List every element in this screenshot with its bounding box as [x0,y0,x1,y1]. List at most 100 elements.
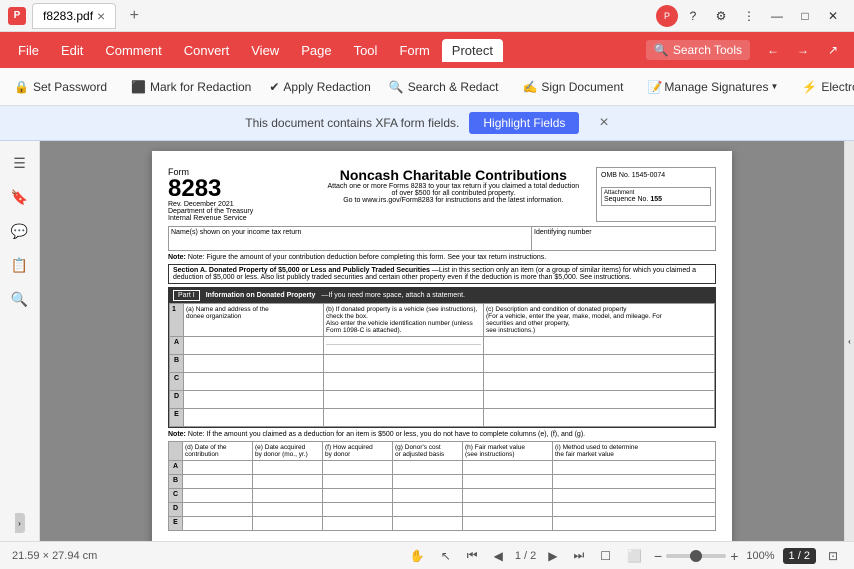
last-page-button[interactable]: ⏭ [569,546,588,565]
name-row: Name(s) shown on your income tax return … [168,226,716,251]
search-redact-button[interactable]: 🔍 Search & Redact [381,76,507,98]
sign-document-button[interactable]: ✍ Sign Document [514,76,631,98]
sidebar-icon-search[interactable]: 🔍 [6,285,34,313]
menu-file[interactable]: File [8,39,49,62]
search-icon: 🔍 [654,43,669,57]
section-a-title: Section A. Donated Property of $5,000 or… [173,267,430,274]
btm-row-e: E [169,517,183,531]
tab-close-button[interactable]: × [97,8,105,24]
btm-row-a: A [169,461,183,475]
sidebar-icon-panels[interactable]: ☰ [6,149,34,177]
zoom-in-button[interactable]: + [730,548,738,564]
two-page-button[interactable]: ⬜ [623,547,646,565]
highlight-fields-button[interactable]: Highlight Fields [469,112,579,134]
maximize-button[interactable]: □ [792,3,818,29]
menu-page[interactable]: Page [291,39,341,62]
sidebar-icon-bookmarks[interactable]: 🔖 [6,183,34,211]
user-avatar[interactable]: P [656,5,678,27]
form-rev: Rev. December 2021 [168,201,311,208]
help-button[interactable]: ? [680,3,706,29]
sidebar-collapse-button[interactable]: › [15,513,25,533]
mark-redaction-button[interactable]: ⬛ Mark for Redaction [123,76,259,98]
bottom-header-row: (d) Date of thecontribution (e) Date acq… [169,442,716,461]
electronic-label: Electro... [821,80,854,94]
table-row: A [170,337,715,355]
row-a-col-c [484,337,715,355]
row-a-col-a [184,337,324,355]
col-e-header: (e) Date acquiredby donor (mo., yr.) [253,442,323,461]
minimize-button[interactable]: — [764,3,790,29]
btm-row-c: C [169,489,183,503]
table-row: D [169,503,716,517]
row-c-label: C [170,373,184,391]
sidebar-icon-comments[interactable]: 💬 [6,217,34,245]
name-value [171,236,529,248]
table-row: A [169,461,716,475]
name-label: Name(s) shown on your income tax return [171,229,529,236]
settings-button[interactable]: ⚙ [708,3,734,29]
form-header-left: Form 8283 Rev. December 2021 Department … [168,167,311,222]
app-icon: P [8,7,26,25]
document-area[interactable]: Form 8283 Rev. December 2021 Department … [40,141,844,541]
manage-signatures-button[interactable]: 📝 Manage Signatures ▼ [639,76,786,98]
note2: Note: Note: If the amount you claimed as… [168,431,716,438]
toolbar: 🔒 Set Password ⬛ Mark for Redaction ✔ Ap… [0,68,854,106]
row-b-col-c [484,355,715,373]
notification-close-button[interactable]: × [599,114,608,132]
sidebar-icon-pages[interactable]: 📋 [6,251,34,279]
menu-convert[interactable]: Convert [174,39,240,62]
first-page-button[interactable]: ⏮ [463,546,482,565]
page-display: 1 / 2 [515,550,536,562]
table-row: B [170,355,715,373]
signatures-icon: 📝 [647,80,662,94]
row-b-col-a [184,355,324,373]
document-page: Form 8283 Rev. December 2021 Department … [152,151,732,541]
right-panel-collapse[interactable]: ‹ [844,141,854,541]
row-d-col-c [484,391,715,409]
row-b-label: B [170,355,184,373]
apply-redaction-button[interactable]: ✔ Apply Redaction [261,76,378,98]
document-tab[interactable]: f8283.pdf × [32,3,116,29]
table-row: D [170,391,715,409]
menu-view[interactable]: View [241,39,289,62]
menu-comment[interactable]: Comment [95,39,171,62]
menu-protect[interactable]: Protect [442,39,503,62]
single-page-button[interactable]: ☐ [596,547,615,565]
bottom-row-header [169,442,183,461]
new-tab-button[interactable]: + [122,4,146,28]
part1-table: 1 (a) Name and address of thedonee organ… [169,303,715,427]
menu-form[interactable]: Form [389,39,439,62]
btm-row-d: D [169,503,183,517]
close-button[interactable]: ✕ [820,3,846,29]
electronic-button[interactable]: ⚡ Electro... [794,76,854,98]
zoom-slider[interactable] [666,554,726,558]
zoom-out-button[interactable]: − [654,548,662,564]
menu-edit[interactable]: Edit [51,39,93,62]
apply-redaction-icon: ✔ [269,80,279,94]
zoom-thumb[interactable] [690,550,702,562]
nav-forward-button[interactable]: → [790,37,816,63]
nav-back-button[interactable]: ← [760,37,786,63]
hand-tool-button[interactable]: ✋ [406,547,429,565]
form-dept: Department of the Treasury [168,208,311,215]
doc-size: 21.59 × 27.94 cm [12,550,97,562]
row-c-col-b [324,373,484,391]
select-tool-button[interactable]: ↖ [437,547,455,565]
external-link-button[interactable]: ↗ [820,37,846,63]
set-password-button[interactable]: 🔒 Set Password [6,76,115,98]
zoom-level: 100% [746,550,774,562]
form-title: Noncash Charitable Contributions [311,167,596,183]
search-tools[interactable]: 🔍 Search Tools [646,40,750,60]
fit-button[interactable]: ⊡ [824,547,842,565]
form-go-note: Go to www.irs.gov/Form8283 for instructi… [311,197,596,204]
id-label: Identifying number [534,229,713,236]
dropdown-arrow-icon: ▼ [770,82,778,91]
menu-tool[interactable]: Tool [344,39,388,62]
title-bar: P f8283.pdf × + P ? ⚙ ⋮ — □ ✕ [0,0,854,32]
tab-filename: f8283.pdf [43,9,93,23]
apply-redaction-label: Apply Redaction [283,80,370,94]
next-page-button[interactable]: ▶ [544,547,561,565]
btm-row-b: B [169,475,183,489]
prev-page-button[interactable]: ◀ [490,547,507,565]
more-button[interactable]: ⋮ [736,3,762,29]
